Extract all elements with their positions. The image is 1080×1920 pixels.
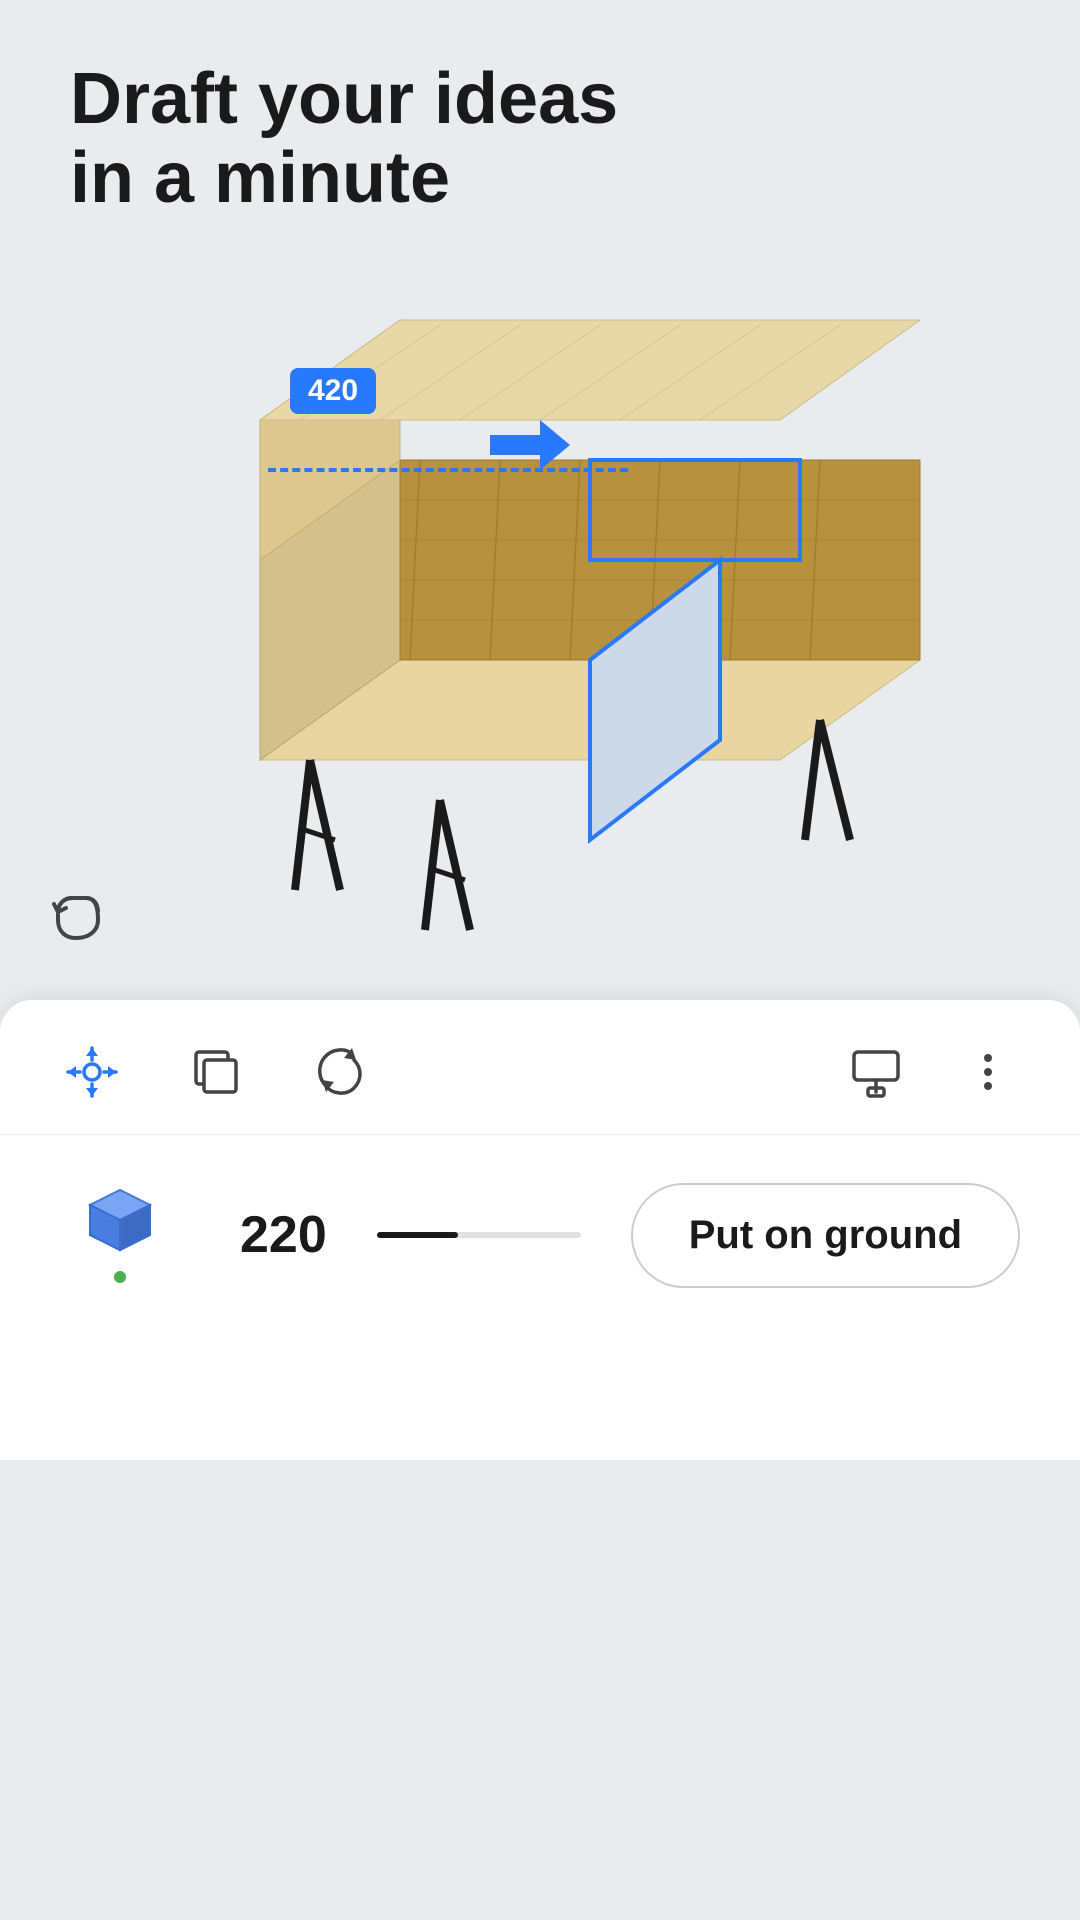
- bottom-toolbar-row: [0, 1000, 1080, 1135]
- direction-arrow: [490, 420, 570, 475]
- height-value: 220: [240, 1205, 327, 1265]
- bottom-info-row: 220 Put on ground: [0, 1135, 1080, 1335]
- height-bar: [377, 1232, 581, 1238]
- put-on-ground-button[interactable]: Put on ground: [631, 1183, 1020, 1288]
- measurement-line: [268, 468, 628, 472]
- layers-button[interactable]: [184, 1040, 248, 1104]
- bottom-toolbar-right: [844, 1040, 1020, 1104]
- rotate-button[interactable]: [308, 1040, 372, 1104]
- bottom-toolbar-left: [60, 1040, 372, 1104]
- format-button[interactable]: [844, 1040, 908, 1104]
- measurement-label: 420: [290, 368, 376, 414]
- undo-button[interactable]: [40, 884, 112, 956]
- more-options-button[interactable]: [956, 1040, 1020, 1104]
- height-bar-fill: [377, 1232, 459, 1238]
- bottom-panel: 220 Put on ground: [0, 1000, 1080, 1460]
- object-icon-container: [60, 1175, 180, 1295]
- viewport: Draft your ideas in a minute: [0, 0, 1080, 1460]
- page-title: Draft your ideas in a minute: [70, 60, 618, 218]
- transform-button[interactable]: [60, 1040, 124, 1104]
